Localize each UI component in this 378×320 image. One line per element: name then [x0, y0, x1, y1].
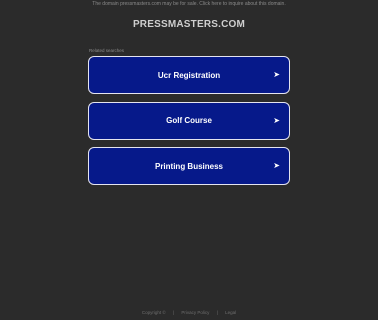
arrow-right-icon: ➤	[273, 161, 280, 170]
related-link-label: Golf Course	[166, 116, 212, 125]
domain-title: PRESSMASTERS.COM	[132, 19, 246, 30]
footer: Copyright © | Privacy Policy | Legal	[0, 310, 378, 315]
related-link-ucr-registration[interactable]: Ucr Registration ➤	[88, 56, 290, 94]
legal-link[interactable]: Legal	[225, 310, 236, 315]
related-link-printing-business[interactable]: Printing Business ➤	[88, 147, 290, 185]
sale-notice-link[interactable]: The domain pressmasters.com may be for s…	[0, 1, 378, 7]
arrow-right-icon: ➤	[273, 115, 280, 125]
related-link-label: Printing Business	[154, 161, 223, 171]
footer-copyright: Copyright ©	[141, 310, 166, 315]
privacy-policy-link[interactable]: Privacy Policy	[181, 310, 209, 315]
related-link-golf-course[interactable]: Golf Course ➤	[88, 101, 290, 140]
related-link-label: Ucr Registration	[157, 70, 221, 80]
arrow-right-icon: ➤	[273, 70, 280, 79]
parked-domain-page: The domain pressmasters.com may be for s…	[0, 0, 378, 320]
related-links-list: Ucr Registration ➤ Golf Course ➤ Printin…	[88, 56, 290, 193]
footer-separator: |	[172, 310, 175, 315]
related-searches-label: Related searches	[89, 48, 125, 53]
footer-separator: |	[216, 310, 218, 315]
